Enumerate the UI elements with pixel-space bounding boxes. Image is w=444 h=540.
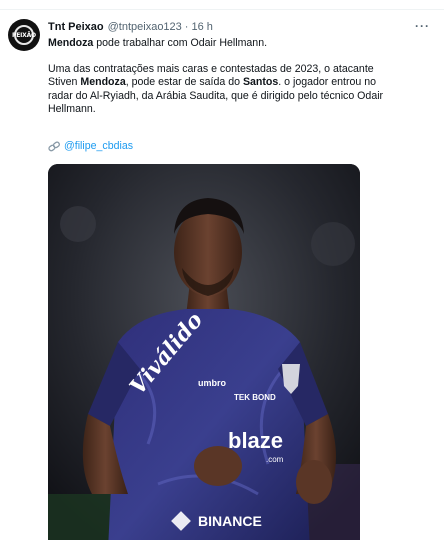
- jersey-sponsor-side: TEK BOND: [234, 393, 276, 402]
- mention-handle[interactable]: @filipe_cbdias: [64, 140, 133, 152]
- jersey-brand: umbro: [198, 378, 227, 388]
- tweet-text: Mendoza pode trabalhar com Odair Hellman…: [48, 37, 428, 116]
- headline-bold: Mendoza: [48, 37, 94, 49]
- avatar[interactable]: PEIXÃO: [8, 19, 40, 51]
- display-name[interactable]: Tnt Peixao: [48, 21, 104, 33]
- tweet[interactable]: PEIXÃO Tnt Peixao @tntpeixao123 · 16 h ·…: [0, 10, 444, 540]
- jersey-sponsor-chest: blaze: [228, 428, 283, 453]
- tweet-header: Tnt Peixao @tntpeixao123 · 16 h ···: [48, 19, 430, 35]
- jersey-sponsor-bottom: BINANCE: [198, 513, 262, 529]
- avatar-text: PEIXÃO: [12, 31, 36, 39]
- player-photo: Viválido umbro TEK BOND blaze .com BINAN…: [48, 164, 360, 540]
- paragraph-line-3: radar do Al-Ryiadh, da Arábia Saudita, q…: [48, 89, 384, 102]
- para-line2-a: Stiven: [48, 76, 81, 89]
- timestamp[interactable]: 16 h: [191, 21, 212, 33]
- para-line2-c: . o jogador entrou no: [278, 76, 377, 89]
- link-icon: [48, 141, 60, 151]
- para-line2-bold2: Santos: [242, 76, 279, 89]
- separator-dot: ·: [184, 21, 189, 33]
- mention-link[interactable]: @filipe_cbdias: [48, 140, 133, 152]
- tweet-photo[interactable]: Viválido umbro TEK BOND blaze .com BINAN…: [48, 164, 360, 540]
- headline: Mendoza pode trabalhar com Odair Hellman…: [48, 37, 428, 50]
- para-line2-bold1: Mendoza: [80, 76, 126, 89]
- jersey-sponsor-chest-suffix: .com: [266, 455, 284, 464]
- para-line2-b: , pode estar de saída do: [125, 76, 243, 89]
- paragraph-line-1: Uma das contratações mais caras e contes…: [48, 63, 374, 76]
- paragraph-line-2: Stiven Mendoza, pode estar de saída do S…: [48, 76, 428, 89]
- user-handle[interactable]: @tntpeixao123: [108, 21, 182, 33]
- avatar-logo: PEIXÃO: [12, 25, 36, 45]
- paragraph-line-4: Hellmann.: [48, 102, 96, 115]
- timeline-divider: [0, 0, 444, 10]
- headline-rest: pode trabalhar com Odair Hellmann.: [93, 37, 268, 49]
- more-options-icon[interactable]: ···: [415, 19, 430, 33]
